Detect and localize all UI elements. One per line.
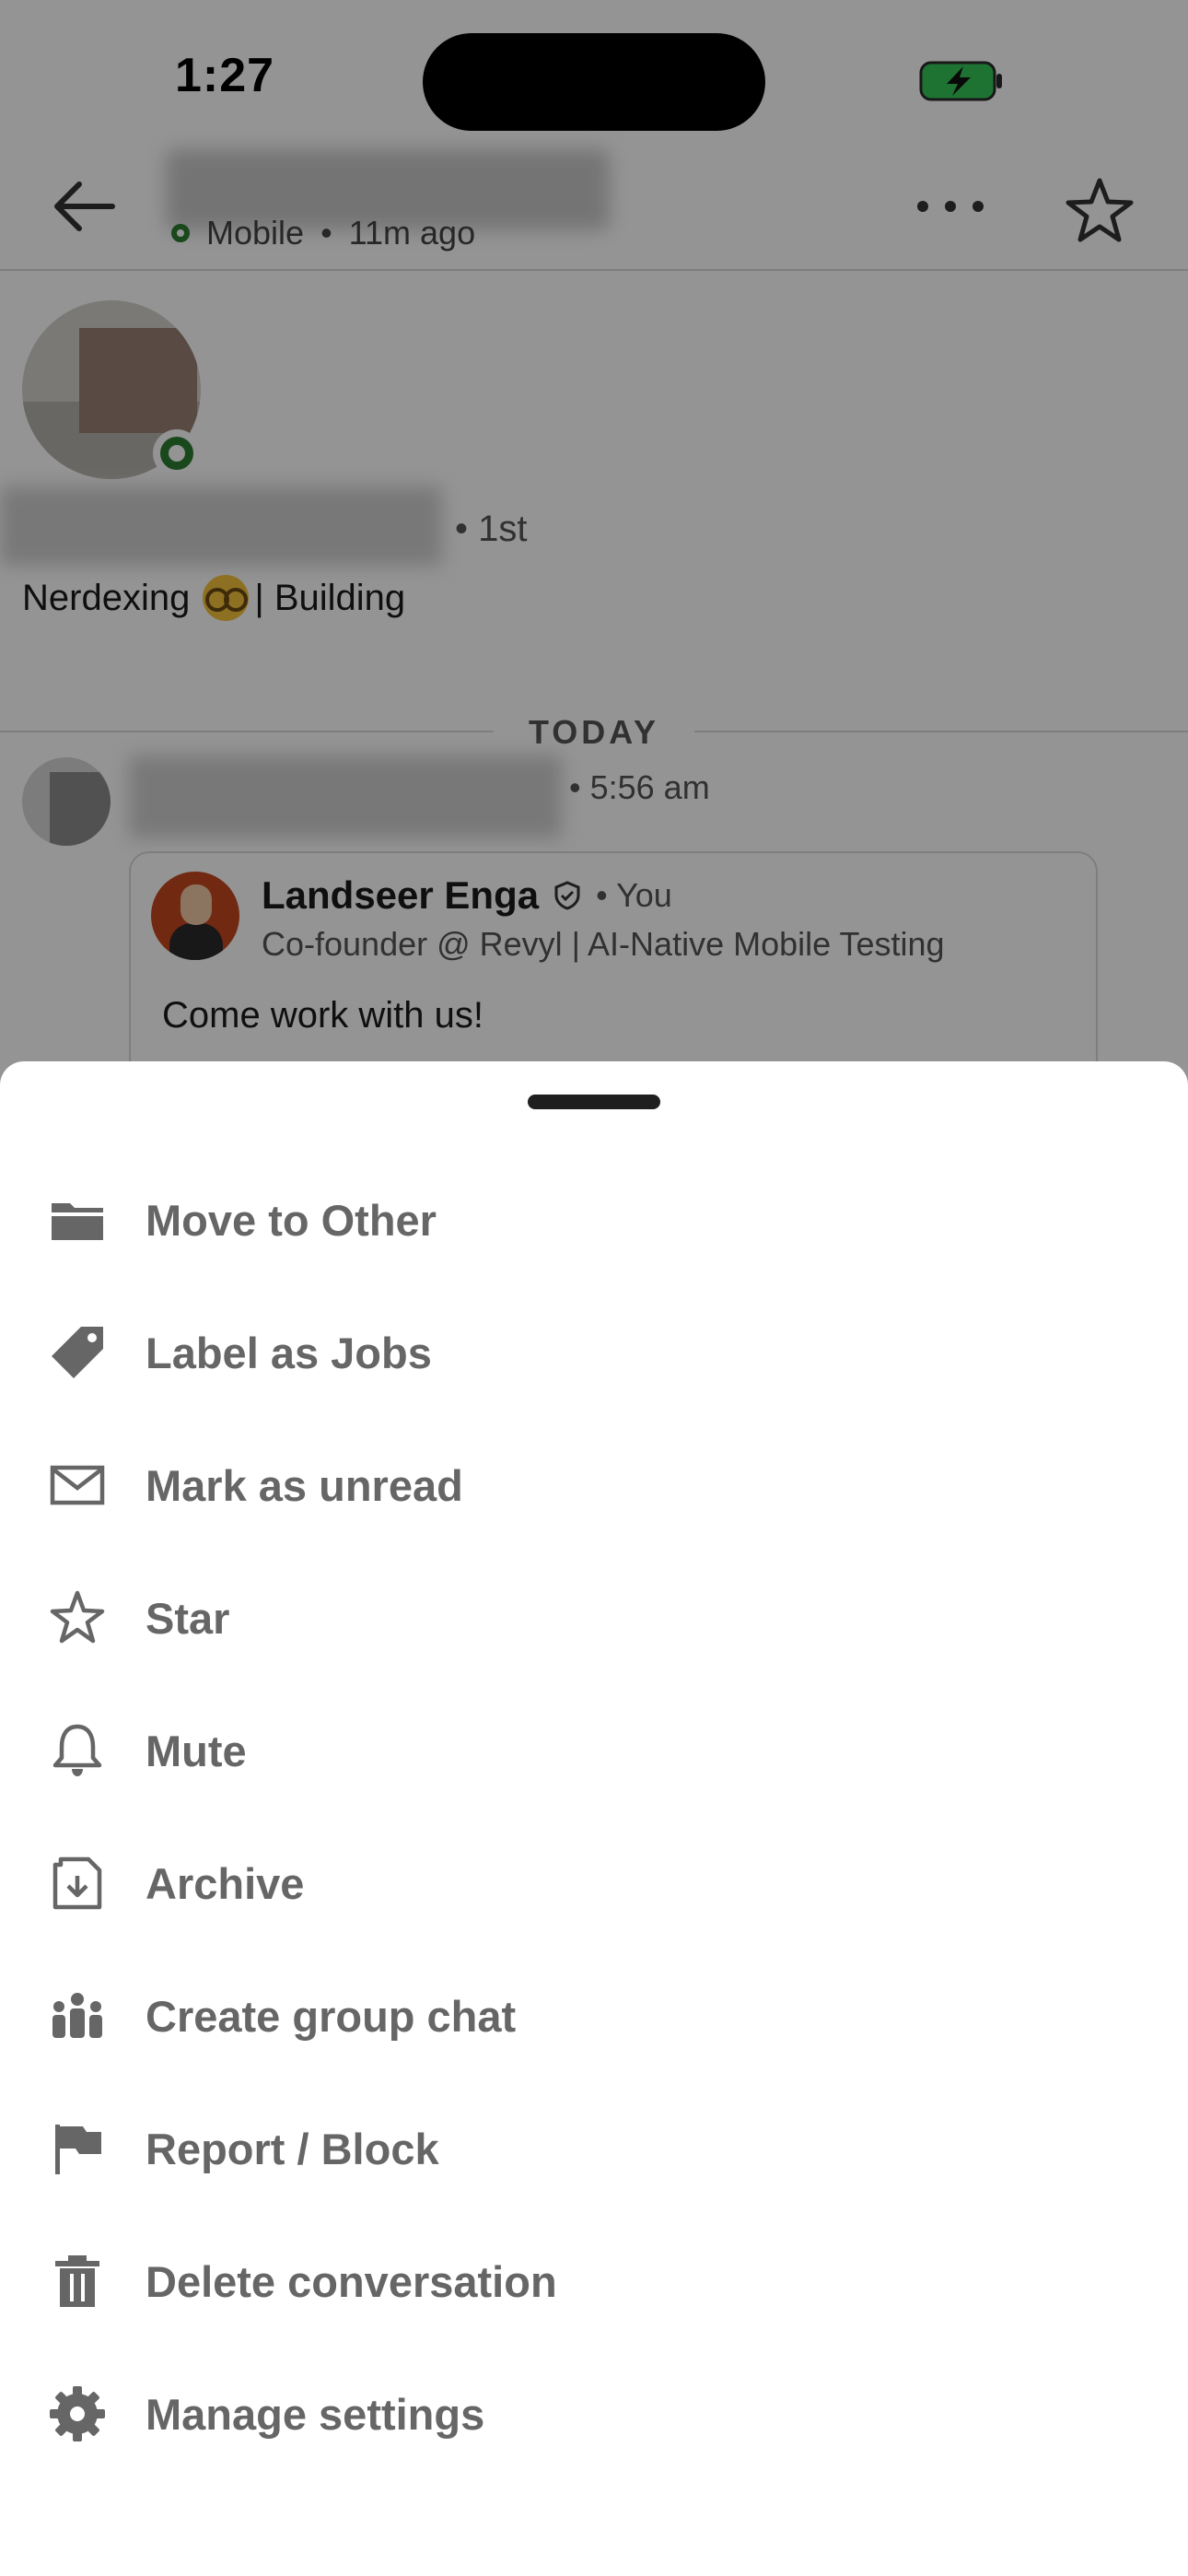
- menu-item-mute[interactable]: Mute: [0, 1684, 1188, 1817]
- menu-item-label: Mark as unread: [146, 1460, 463, 1510]
- archive-icon: [48, 1854, 107, 1913]
- menu-item-label: Star: [146, 1593, 230, 1643]
- bell-icon: [48, 1721, 107, 1780]
- menu-item-star[interactable]: Star: [0, 1551, 1188, 1684]
- envelope-icon: [48, 1456, 107, 1515]
- menu-item-label: Delete conversation: [146, 2256, 557, 2306]
- gear-icon: [48, 2384, 107, 2443]
- menu-item-mark-as-unread[interactable]: Mark as unread: [0, 1419, 1188, 1551]
- menu-item-label: Mute: [146, 1726, 247, 1775]
- flag-icon: [48, 2119, 107, 2178]
- menu-item-report-block[interactable]: Report / Block: [0, 2082, 1188, 2215]
- menu-item-create-group-chat[interactable]: Create group chat: [0, 1950, 1188, 2082]
- menu-item-label: Create group chat: [146, 1991, 517, 2041]
- sheet-drag-handle[interactable]: [528, 1095, 660, 1109]
- menu-item-label: Label as Jobs: [146, 1328, 432, 1377]
- folder-icon: [48, 1190, 107, 1249]
- menu-item-label: Archive: [146, 1858, 305, 1908]
- menu-item-label-as-jobs[interactable]: Label as Jobs: [0, 1286, 1188, 1419]
- people-icon: [48, 1986, 107, 2045]
- menu-item-manage-settings[interactable]: Manage settings: [0, 2348, 1188, 2480]
- options-menu: Move to Other Label as Jobs Mark as unre…: [0, 1153, 1188, 2480]
- menu-item-delete-conversation[interactable]: Delete conversation: [0, 2215, 1188, 2348]
- menu-item-move-to-other[interactable]: Move to Other: [0, 1153, 1188, 1286]
- menu-item-label: Report / Block: [146, 2124, 439, 2173]
- menu-item-archive[interactable]: Archive: [0, 1817, 1188, 1950]
- tag-icon: [48, 1323, 107, 1382]
- star-icon: [48, 1588, 107, 1647]
- trash-icon: [48, 2252, 107, 2311]
- menu-item-label: Manage settings: [146, 2389, 485, 2439]
- conversation-options-sheet: Move to Other Label as Jobs Mark as unre…: [0, 1061, 1188, 2576]
- menu-item-label: Move to Other: [146, 1195, 437, 1245]
